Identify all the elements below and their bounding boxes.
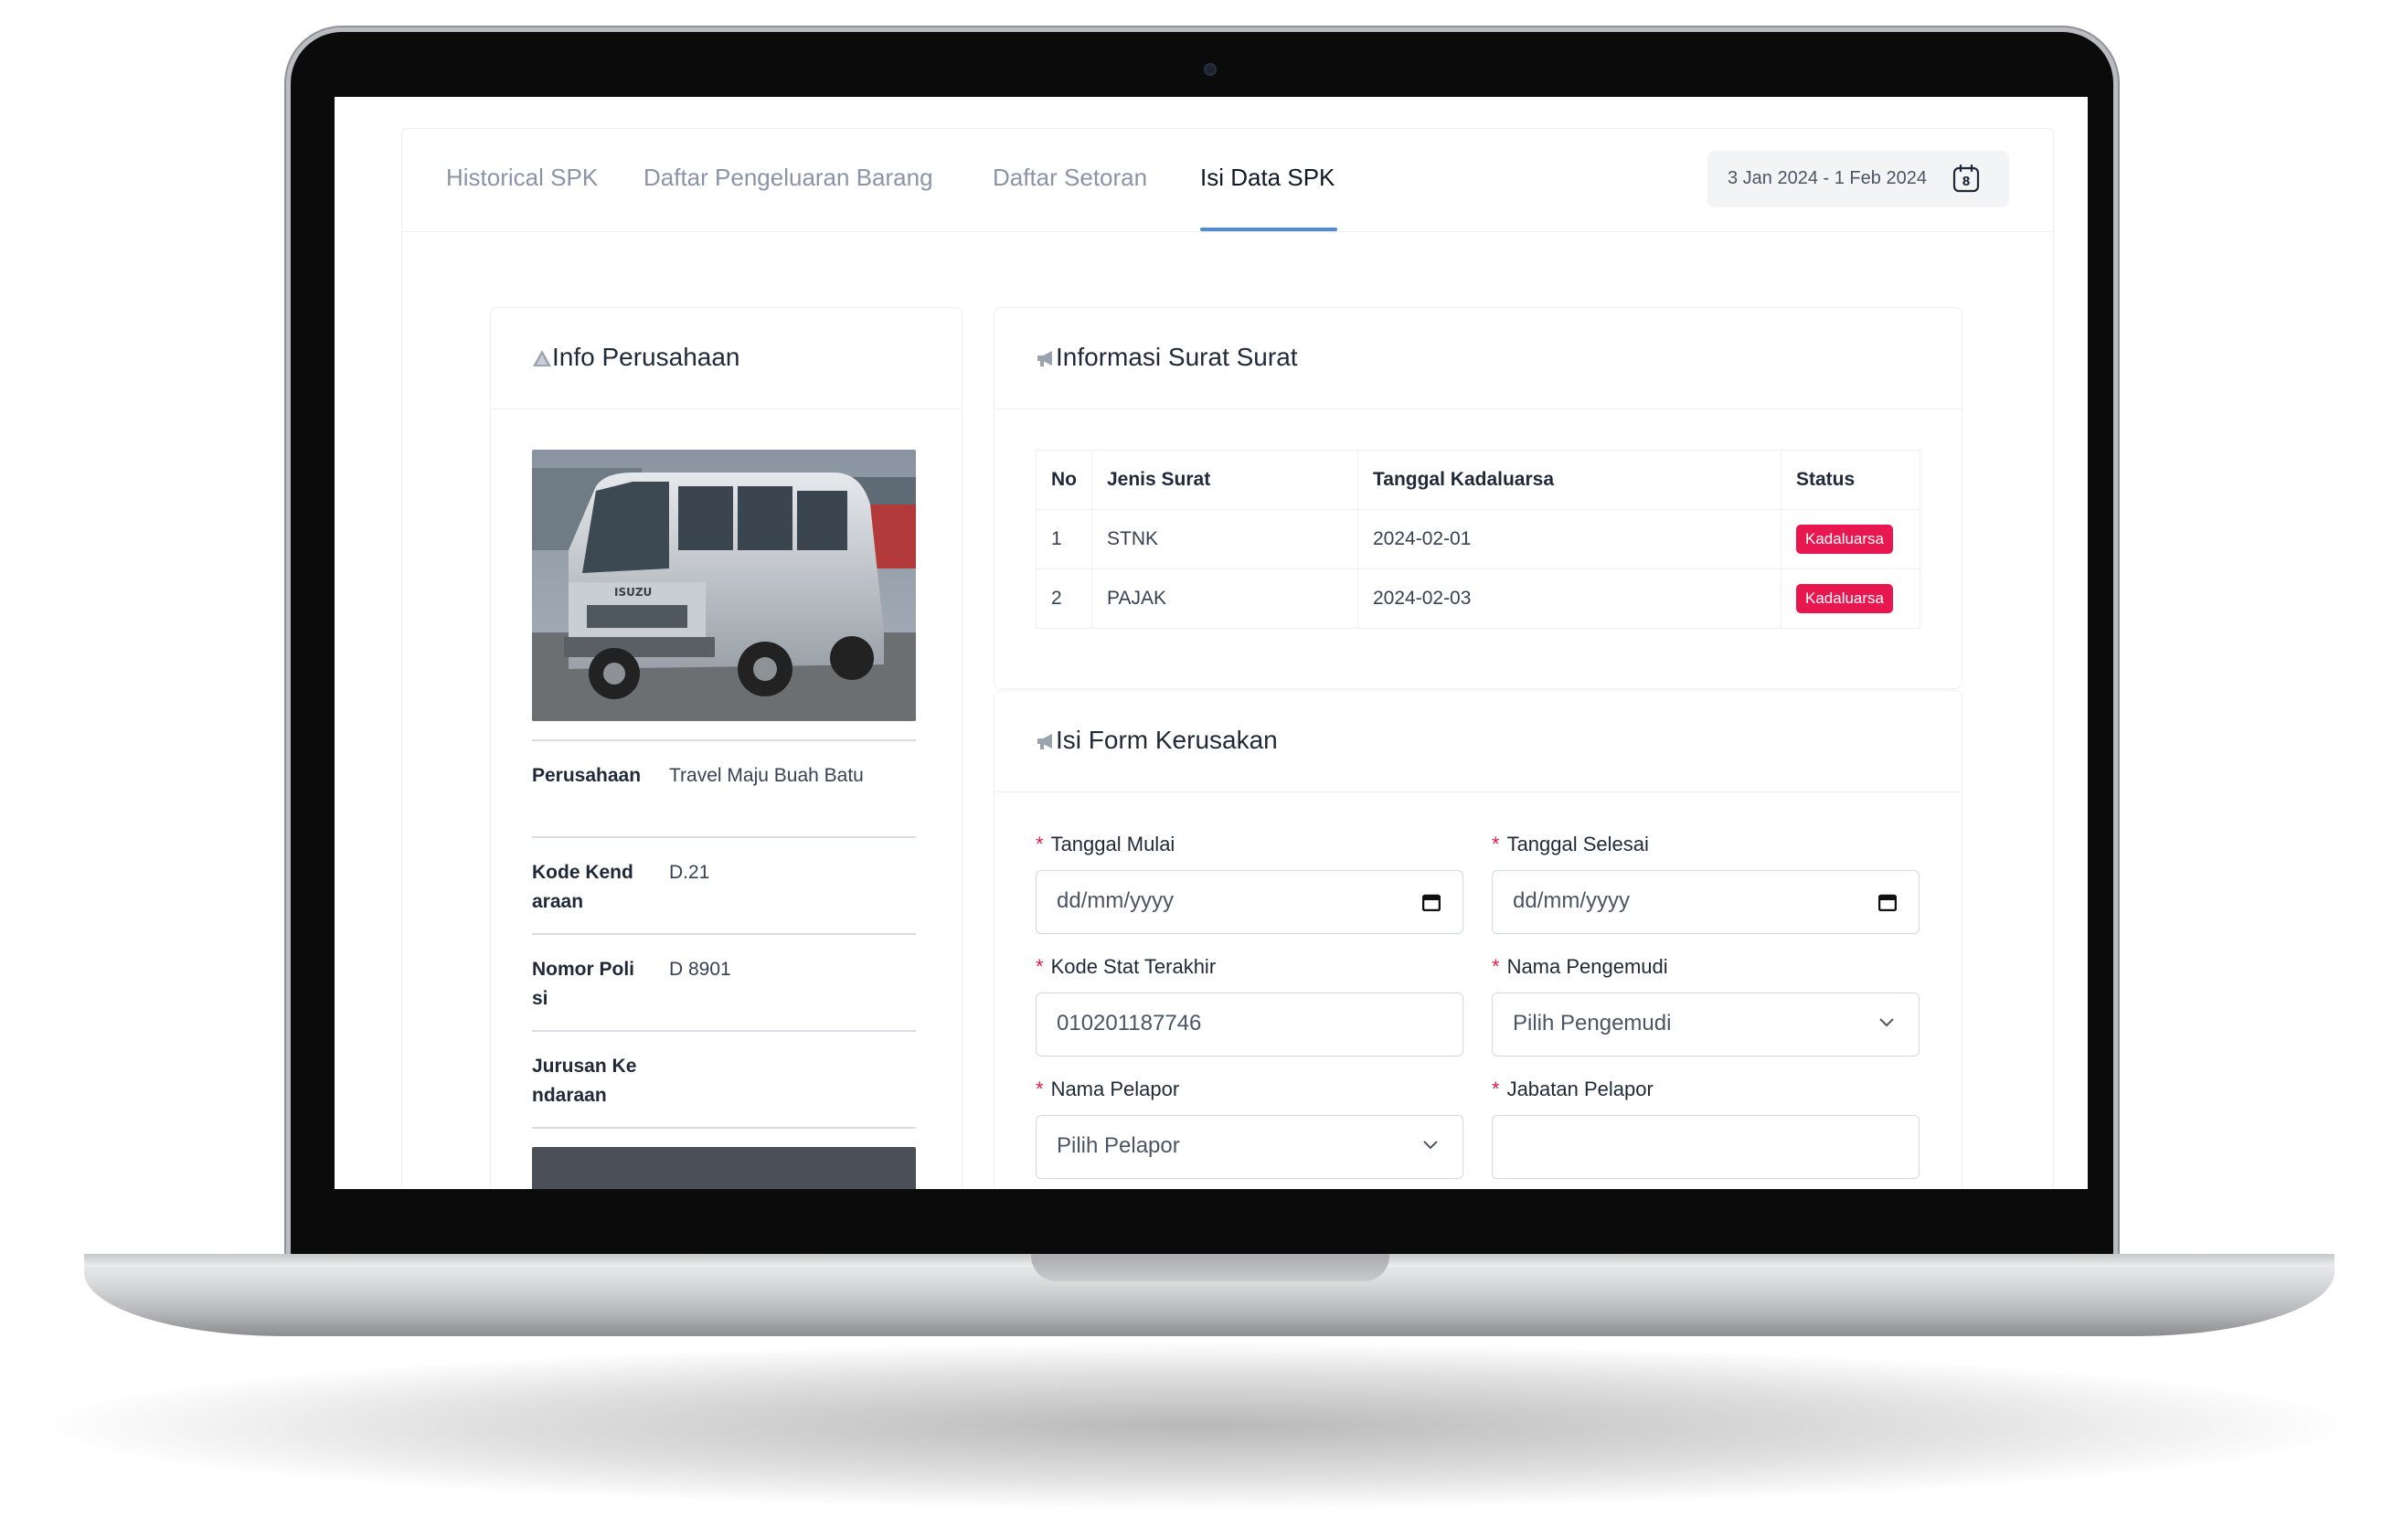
label-text: Nama Pelapor [1050, 1078, 1180, 1100]
info-row-kode-kendaraan: Kode Kendaraan D.21 [532, 836, 916, 933]
kode-stat-input[interactable]: 010201187746 [1036, 993, 1463, 1057]
info-perusahaan-header: Info Perusahaan [491, 308, 962, 409]
chevron-down-icon [1879, 1018, 1894, 1027]
col-header-jenis-surat: Jenis Surat [1091, 450, 1358, 510]
informasi-surat-panel: Informasi Surat Surat No Jenis Surat Tan… [994, 307, 1962, 689]
megaphone-icon [1037, 734, 1052, 749]
info-perusahaan-panel: Info Perusahaan ISUZU Perusahaan Travel … [490, 307, 963, 1189]
active-tab-indicator [1200, 228, 1337, 231]
calendar-day: 8 [1962, 175, 1970, 189]
form-kerusakan-header: Isi Form Kerusakan [994, 691, 1962, 792]
info-value: Travel Maju Buah Batu [669, 765, 864, 786]
required-mark: * [1492, 1078, 1500, 1100]
informasi-surat-title: Informasi Surat Surat [1036, 343, 1298, 372]
vehicle-brand-logo: ISUZU [614, 586, 652, 599]
screen: Historical SPK Daftar Pengeluaran Barang… [335, 97, 2088, 1189]
vehicle-image: ISUZU [532, 450, 916, 721]
tab-daftar-setoran[interactable]: Daftar Setoran [993, 164, 1147, 192]
warning-triangle-icon [533, 350, 551, 366]
info-perusahaan-title: Info Perusahaan [532, 343, 740, 372]
label-text: Kode Stat Terakhir [1050, 955, 1217, 978]
info-divider [532, 1127, 916, 1131]
webcam [1204, 63, 1217, 76]
megaphone-icon [1037, 351, 1052, 366]
laptop-notch [1031, 1254, 1389, 1281]
cell-no: 1 [1036, 509, 1092, 569]
select-value: Pilih Pengemudi [1513, 1011, 1672, 1036]
tab-daftar-pengeluaran-barang[interactable]: Daftar Pengeluaran Barang [643, 164, 933, 192]
nama-pengemudi-select[interactable]: Pilih Pengemudi [1492, 993, 1920, 1057]
cell-jenis: STNK [1091, 509, 1358, 569]
form-kerusakan-panel: Isi Form Kerusakan * Tanggal Mulai dd/mm/… [994, 690, 1962, 1189]
label-text: Tanggal Mulai [1050, 833, 1175, 855]
cell-tanggal: 2024-02-03 [1357, 568, 1781, 629]
informasi-surat-header: Informasi Surat Surat [994, 308, 1962, 409]
cell-status: Kadaluarsa [1781, 568, 1920, 629]
tanggal-selesai-input[interactable]: dd/mm/yyyy [1492, 870, 1920, 934]
input-value: dd/mm/yyyy [1513, 888, 1631, 913]
cell-jenis: PAJAK [1091, 568, 1358, 629]
info-label: Perusahaan [532, 765, 642, 786]
col-header-tanggal-kadaluarsa: Tanggal Kadaluarsa [1357, 450, 1781, 510]
table-row: 2 PAJAK 2024-02-03 Kadaluarsa [1036, 568, 1920, 629]
table-row: 1 STNK 2024-02-01 Kadaluarsa [1036, 509, 1920, 569]
info-row-jurusan-kendaraan: Jurusan Kendaraan [532, 1030, 916, 1127]
info-value: D.21 [669, 862, 710, 883]
info-row-nomor-polisi: Nomor Polisi D 8901 [532, 933, 916, 1030]
required-mark: * [1492, 955, 1500, 978]
laptop-shadow [55, 1344, 2340, 1508]
tab-historical-spk[interactable]: Historical SPK [446, 164, 598, 192]
action-button[interactable] [532, 1147, 916, 1189]
jabatan-pelapor-input[interactable] [1492, 1115, 1920, 1179]
info-label: Kode Kendaraan [532, 862, 633, 912]
required-mark: * [1036, 955, 1044, 978]
form-kerusakan-title-text: Isi Form Kerusakan [1056, 726, 1278, 754]
tanggal-mulai-label: * Tanggal Mulai [1036, 833, 1175, 856]
chevron-down-icon [1423, 1141, 1438, 1150]
info-row-perusahaan: Perusahaan Travel Maju Buah Batu [532, 739, 916, 836]
nama-pengemudi-label: * Nama Pengemudi [1492, 955, 1668, 979]
surat-table: No Jenis Surat Tanggal Kadaluarsa Status… [1036, 450, 1920, 629]
date-range-picker[interactable]: 3 Jan 2024 - 1 Feb 2024 8 [1707, 151, 2009, 207]
cell-status: Kadaluarsa [1781, 509, 1920, 569]
status-badge: Kadaluarsa [1796, 584, 1894, 613]
form-kerusakan-title: Isi Form Kerusakan [1036, 726, 1278, 755]
jabatan-pelapor-label: * Jabatan Pelapor [1492, 1078, 1654, 1101]
tab-bar: Historical SPK Daftar Pengeluaran Barang… [402, 129, 2053, 232]
calendar-icon[interactable] [1878, 893, 1897, 911]
status-badge: Kadaluarsa [1796, 525, 1894, 554]
select-value: Pilih Pelapor [1057, 1133, 1180, 1158]
table-header-row: No Jenis Surat Tanggal Kadaluarsa Status [1036, 450, 1920, 510]
required-mark: * [1036, 1078, 1044, 1100]
nama-pelapor-label: * Nama Pelapor [1036, 1078, 1179, 1101]
info-label: Nomor Polisi [532, 959, 635, 1009]
required-mark: * [1036, 833, 1044, 855]
label-text: Tanggal Selesai [1506, 833, 1649, 855]
cell-tanggal: 2024-02-01 [1357, 509, 1781, 569]
tab-isi-data-spk[interactable]: Isi Data SPK [1200, 164, 1335, 192]
info-value: D 8901 [669, 959, 731, 980]
input-value: dd/mm/yyyy [1057, 888, 1175, 913]
nama-pelapor-select[interactable]: Pilih Pelapor [1036, 1115, 1463, 1179]
info-perusahaan-title-text: Info Perusahaan [552, 343, 740, 371]
kode-stat-label: * Kode Stat Terakhir [1036, 955, 1216, 979]
col-header-status: Status [1781, 450, 1920, 510]
label-text: Nama Pengemudi [1506, 955, 1668, 978]
calendar-icon: 8 [1952, 164, 1980, 193]
required-mark: * [1492, 833, 1500, 855]
app-card: Historical SPK Daftar Pengeluaran Barang… [401, 128, 2054, 1189]
label-text: Jabatan Pelapor [1506, 1078, 1654, 1100]
tanggal-mulai-input[interactable]: dd/mm/yyyy [1036, 870, 1463, 934]
col-header-no: No [1036, 450, 1092, 510]
cell-no: 2 [1036, 568, 1092, 629]
date-range-text: 3 Jan 2024 - 1 Feb 2024 [1728, 168, 1927, 188]
calendar-icon[interactable] [1422, 893, 1441, 911]
input-value: 010201187746 [1057, 1011, 1202, 1036]
informasi-surat-title-text: Informasi Surat Surat [1056, 343, 1298, 371]
tanggal-selesai-label: * Tanggal Selesai [1492, 833, 1649, 856]
info-label: Jurusan Kendaraan [532, 1056, 637, 1106]
